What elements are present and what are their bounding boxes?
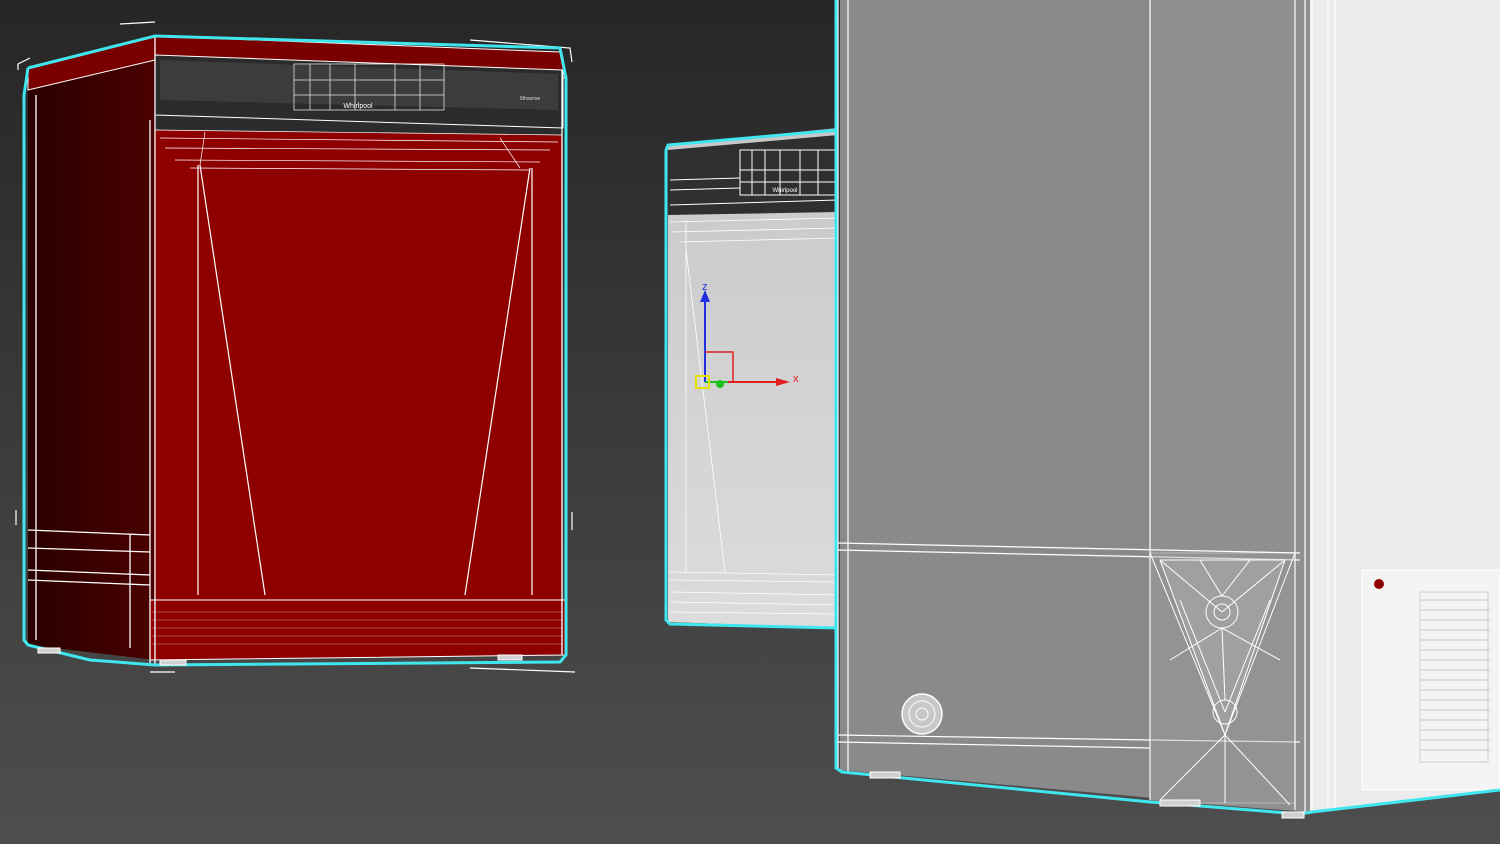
- y-axis-handle[interactable]: [716, 380, 724, 388]
- door-panel: [155, 130, 562, 600]
- control-panel-text: 6thsense: [520, 96, 541, 102]
- wheel-left: [901, 693, 943, 735]
- viewport-scene[interactable]: Whirlpool 6thsense Whirlpool z x: [0, 0, 1500, 844]
- brand-logo: Whirlpool: [343, 103, 373, 110]
- indicator-dot: [1374, 579, 1384, 589]
- 3d-viewport[interactable]: Whirlpool 6thsense Whirlpool z x: [0, 0, 1500, 844]
- mechanism-wires: [1149, 552, 1296, 806]
- appliance-gray-large[interactable]: [834, 0, 1500, 819]
- brand-logo: Whirlpool: [772, 188, 797, 194]
- vent-grille: [1361, 569, 1500, 791]
- x-axis-label: x: [793, 373, 799, 385]
- dishwasher-gray-mid[interactable]: Whirlpool: [664, 128, 839, 630]
- z-axis-label: z: [702, 281, 708, 293]
- dishwasher-red[interactable]: Whirlpool 6thsense: [15, 21, 576, 673]
- side-panel: [28, 40, 155, 660]
- kick-plate: [149, 599, 566, 661]
